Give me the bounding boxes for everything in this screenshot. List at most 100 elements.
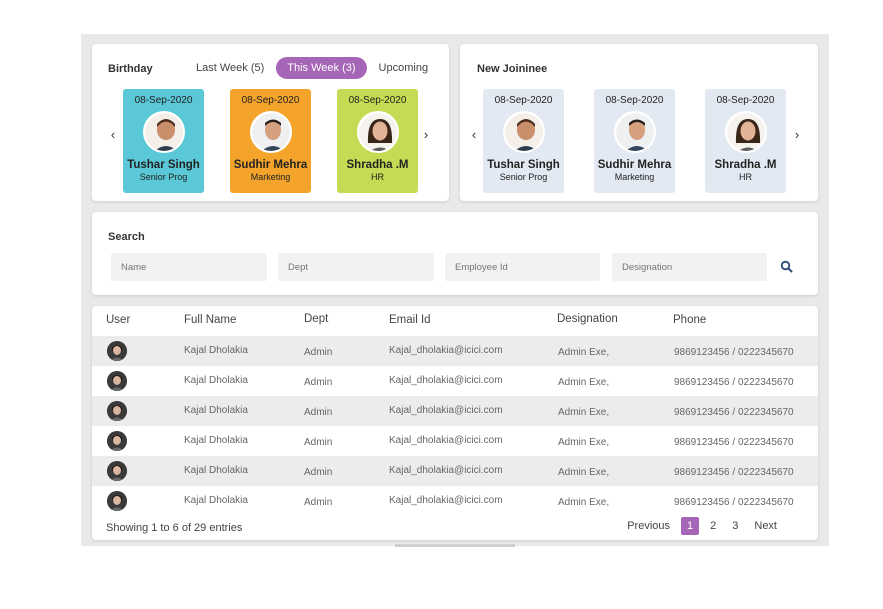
card-name: Shradha .M <box>714 159 777 171</box>
chevron-left-icon[interactable]: ‹ <box>468 127 480 142</box>
cell-email: Kajal_dholakia@icici.com <box>389 375 503 386</box>
card-role: HR <box>371 172 384 182</box>
avatar <box>142 111 185 153</box>
birthday-tabs: Last Week (5) This Week (3) Upcoming <box>190 57 434 79</box>
tab-last-week[interactable]: Last Week (5) <box>190 58 270 78</box>
employee-table: User Full Name Dept Email Id Designation… <box>92 306 818 540</box>
tab-this-week[interactable]: This Week (3) <box>276 57 367 79</box>
table-row[interactable]: Kajal Dholakia Admin Kajal_dholakia@icici.… <box>92 456 818 486</box>
table-header: User Full Name Dept Email Id Designation… <box>92 306 818 336</box>
cell-phone: 9869123456 / 0222345670 <box>674 467 794 478</box>
name-input[interactable] <box>111 253 267 281</box>
card-date: 08-Sep-2020 <box>716 95 775 106</box>
cell-phone: 9869123456 / 0222345670 <box>674 407 794 418</box>
joinee-card-1[interactable]: 08-Sep-2020 Tushar Singh Senior Prog <box>483 89 564 193</box>
avatar <box>502 111 545 153</box>
dept-input[interactable] <box>278 253 434 281</box>
cell-email: Kajal_dholakia@icici.com <box>389 345 503 356</box>
tab-upcoming[interactable]: Upcoming <box>373 58 435 78</box>
col-user[interactable]: User <box>106 314 130 326</box>
card-date: 08-Sep-2020 <box>494 95 553 106</box>
cell-phone: 9869123456 / 0222345670 <box>674 377 794 388</box>
cell-full-name: Kajal Dholakia <box>184 435 248 446</box>
scroll-indicator <box>395 544 515 547</box>
birthday-card-1[interactable]: 08-Sep-2020 Tushar Singh Senior Prog <box>123 89 204 193</box>
page-3-button[interactable]: 3 <box>727 517 743 535</box>
col-phone[interactable]: Phone <box>673 314 706 326</box>
card-name: Tushar Singh <box>127 159 200 171</box>
previous-button[interactable]: Previous <box>622 517 675 535</box>
col-full-name[interactable]: Full Name <box>184 314 236 326</box>
card-name: Sudhir Mehra <box>597 159 672 171</box>
user-avatar-icon <box>107 431 127 451</box>
avatar <box>724 111 767 153</box>
cell-designation: Admin Exe, <box>558 407 610 418</box>
avatar <box>613 111 656 153</box>
user-avatar-icon <box>107 461 127 481</box>
pagination: Previous 1 2 3 Next <box>622 517 782 535</box>
cell-designation: Admin Exe, <box>558 437 610 448</box>
cell-phone: 9869123456 / 0222345670 <box>674 497 794 508</box>
cell-email: Kajal_dholakia@icici.com <box>389 435 503 446</box>
page-1-button[interactable]: 1 <box>681 517 700 535</box>
cell-dept: Admin <box>304 497 333 508</box>
chevron-left-icon[interactable]: ‹ <box>107 127 119 142</box>
avatar <box>356 111 399 153</box>
table-row[interactable]: Kajal Dholakia Admin Kajal_dholakia@icici.… <box>92 426 818 456</box>
col-designation[interactable]: Designation <box>557 313 618 325</box>
search-title: Search <box>108 231 145 243</box>
joinee-card-3[interactable]: 08-Sep-2020 Shradha .M HR <box>705 89 786 193</box>
cell-full-name: Kajal Dholakia <box>184 465 248 476</box>
page-2-button[interactable]: 2 <box>705 517 721 535</box>
cell-dept: Admin <box>304 377 333 388</box>
table-row[interactable]: Kajal Dholakia Admin Kajal_dholakia@icici.… <box>92 366 818 396</box>
user-avatar-icon <box>107 401 127 421</box>
new-joinee-widget: New Joininee ‹ 08-Sep-2020 Tushar Singh … <box>460 44 818 201</box>
birthday-title: Birthday <box>108 63 153 75</box>
cell-email: Kajal_dholakia@icici.com <box>389 405 503 416</box>
cell-dept: Admin <box>304 347 333 358</box>
cell-full-name: Kajal Dholakia <box>184 495 248 506</box>
cell-phone: 9869123456 / 0222345670 <box>674 437 794 448</box>
cell-designation: Admin Exe, <box>558 347 610 358</box>
col-email[interactable]: Email Id <box>389 314 431 326</box>
birthday-card-3[interactable]: 08-Sep-2020 Shradha .M HR <box>337 89 418 193</box>
cell-dept: Admin <box>304 467 333 478</box>
card-role: Marketing <box>614 172 655 182</box>
card-date: 08-Sep-2020 <box>241 95 300 106</box>
card-role: Senior Prog <box>139 172 188 182</box>
table-row[interactable]: Kajal Dholakia Admin Kajal_dholakia@icici.… <box>92 396 818 426</box>
cell-designation: Admin Exe, <box>558 377 610 388</box>
next-button[interactable]: Next <box>749 517 782 535</box>
cell-full-name: Kajal Dholakia <box>184 345 248 356</box>
table-row[interactable]: Kajal Dholakia Admin Kajal_dholakia@icici.… <box>92 486 818 516</box>
birthday-card-2[interactable]: 08-Sep-2020 Sudhir Mehra Marketing <box>230 89 311 193</box>
birthday-widget: Birthday Last Week (5) This Week (3) Upc… <box>92 44 449 201</box>
chevron-right-icon[interactable]: › <box>420 127 432 142</box>
card-name: Tushar Singh <box>487 159 560 171</box>
chevron-right-icon[interactable]: › <box>791 127 803 142</box>
joinee-carousel: ‹ 08-Sep-2020 Tushar Singh Senior Prog 0… <box>460 89 818 193</box>
user-avatar-icon <box>107 371 127 391</box>
cell-email: Kajal_dholakia@icici.com <box>389 465 503 476</box>
card-date: 08-Sep-2020 <box>605 95 664 106</box>
birthday-carousel: ‹ 08-Sep-2020 Tushar Singh Senior Prog 0… <box>92 89 449 193</box>
joinee-title: New Joininee <box>477 63 548 75</box>
col-dept[interactable]: Dept <box>304 313 328 325</box>
card-date: 08-Sep-2020 <box>134 95 193 106</box>
search-icon[interactable] <box>780 260 794 274</box>
employee-id-input[interactable] <box>445 253 600 281</box>
card-name: Shradha .M <box>346 159 409 171</box>
joinee-card-2[interactable]: 08-Sep-2020 Sudhir Mehra Marketing <box>594 89 675 193</box>
designation-input[interactable] <box>612 253 767 281</box>
user-avatar-icon <box>107 341 127 361</box>
card-name: Sudhir Mehra <box>233 159 308 171</box>
entries-info: Showing 1 to 6 of 29 entries <box>106 522 243 534</box>
user-avatar-icon <box>107 491 127 511</box>
cell-designation: Admin Exe, <box>558 467 610 478</box>
card-date: 08-Sep-2020 <box>348 95 407 106</box>
avatar <box>249 111 292 153</box>
table-row[interactable]: Kajal Dholakia Admin Kajal_dholakia@icici.… <box>92 336 818 366</box>
cell-phone: 9869123456 / 0222345670 <box>674 347 794 358</box>
card-role: Marketing <box>250 172 291 182</box>
